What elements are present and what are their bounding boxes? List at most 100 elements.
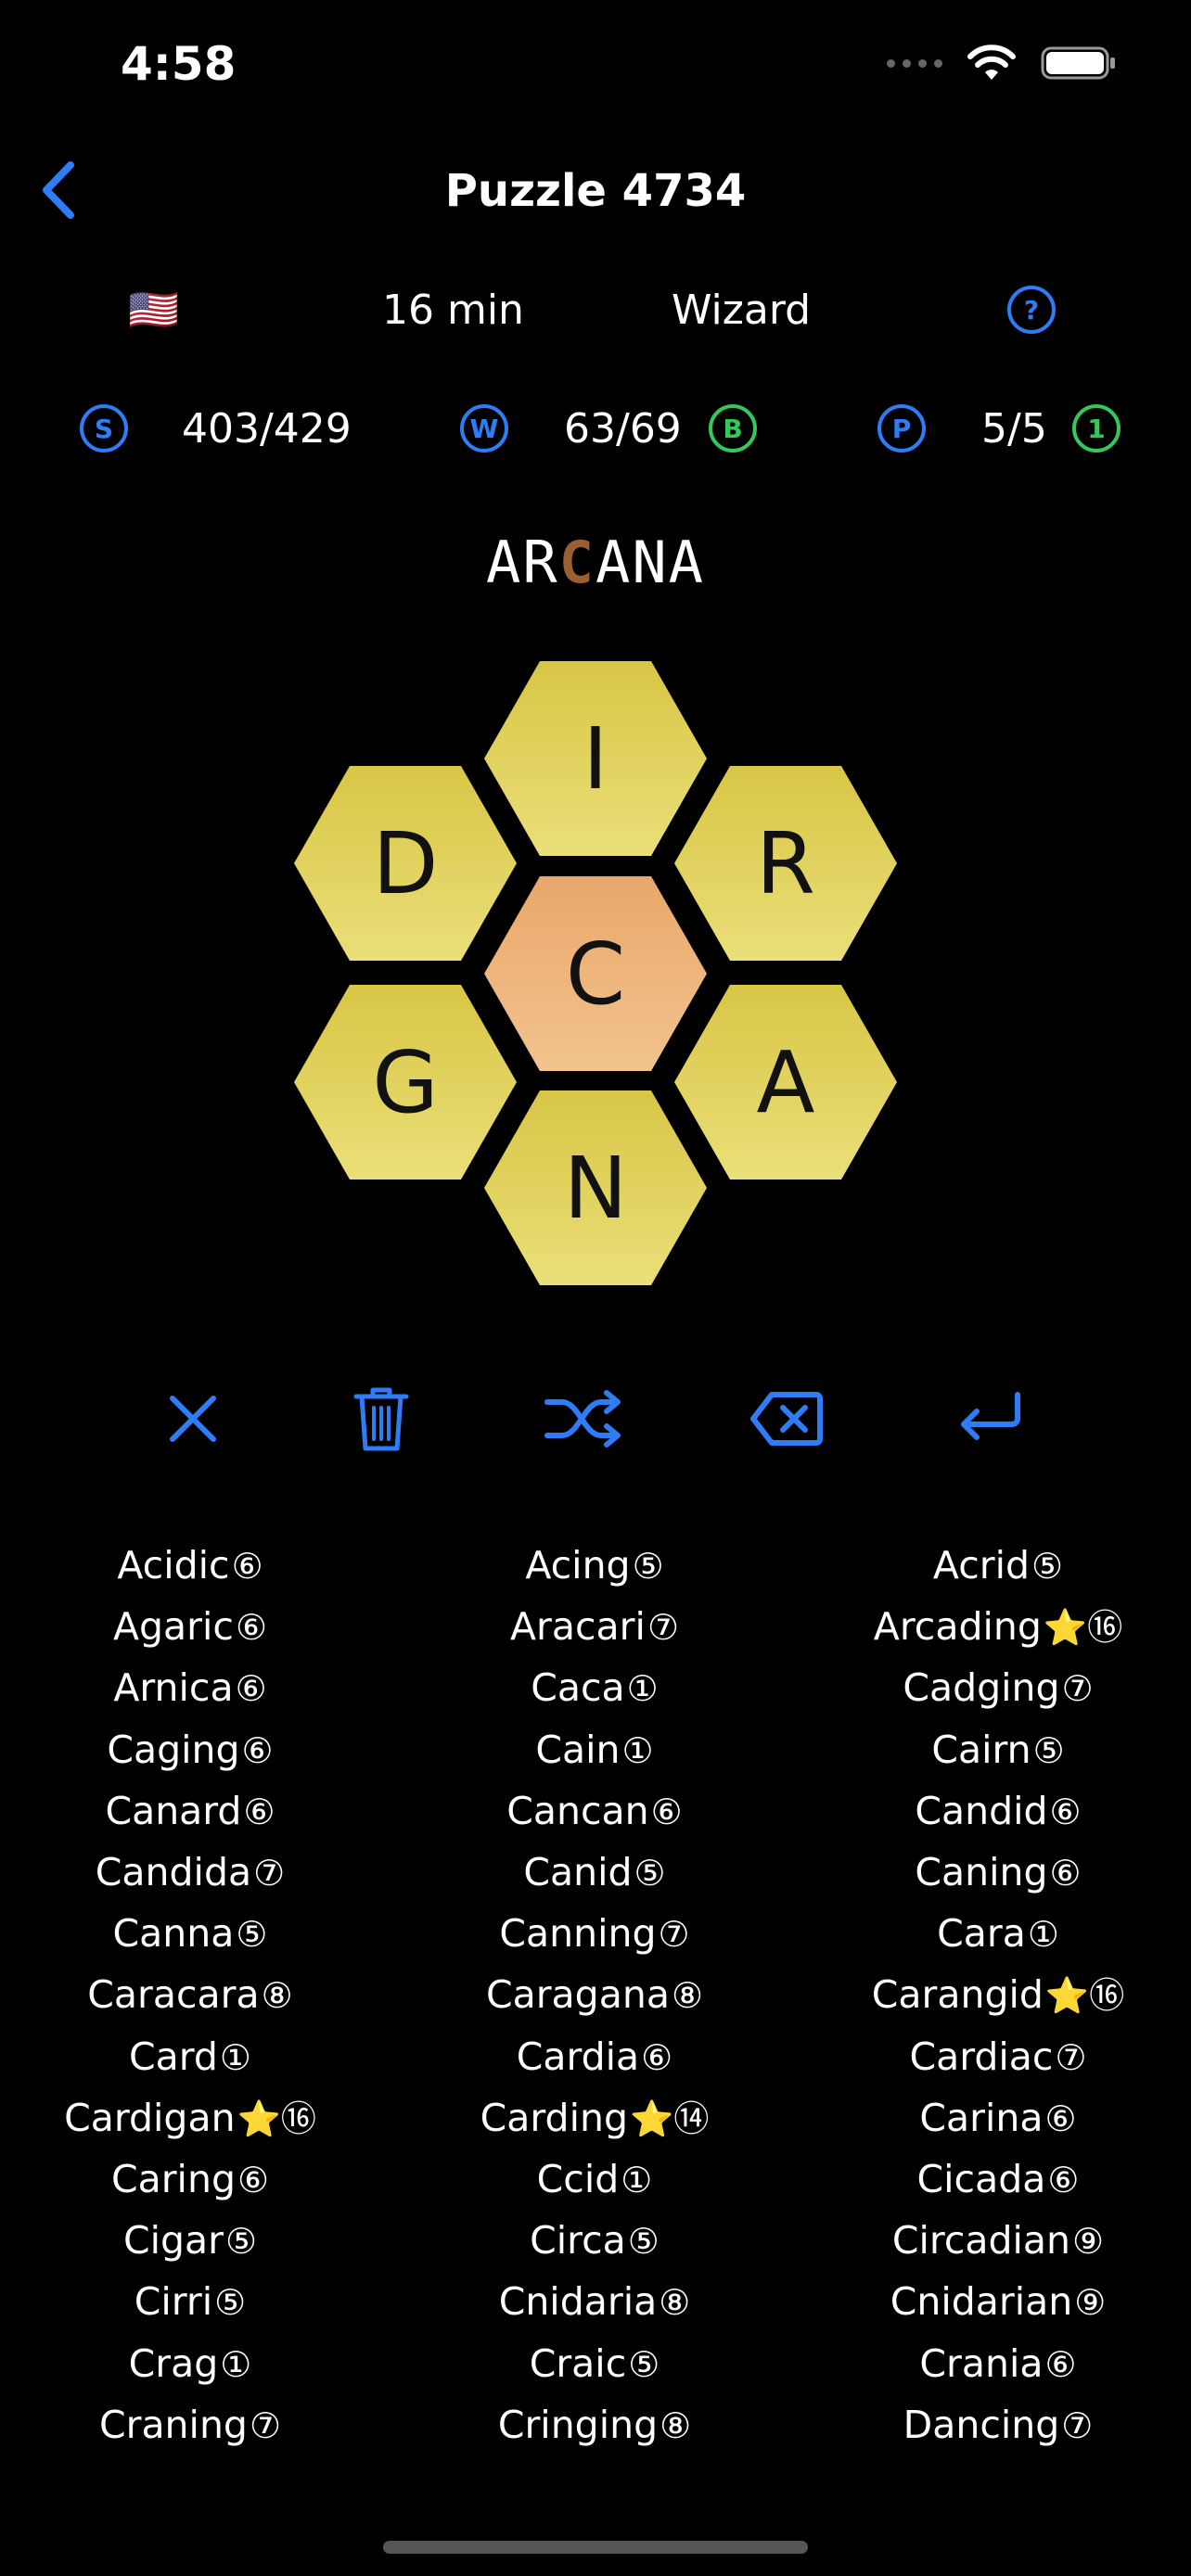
hex-top-left[interactable]: D xyxy=(294,766,517,961)
found-word[interactable]: Caring⑥ xyxy=(0,2149,389,2211)
found-word[interactable]: Carina⑥ xyxy=(800,2087,1191,2149)
found-word-text: Acing xyxy=(525,1543,631,1588)
found-word-score: ⑥ xyxy=(231,1546,263,1587)
found-word-score: ⭐⑯ xyxy=(237,2098,316,2139)
found-word[interactable]: Cara① xyxy=(800,1903,1191,1965)
hex-bottom[interactable]: N xyxy=(484,1090,707,1285)
found-word[interactable]: Candida⑦ xyxy=(0,1842,389,1904)
found-word[interactable]: Craning⑦ xyxy=(0,2394,389,2456)
found-word-text: Cnidarian xyxy=(890,2279,1073,2325)
found-word[interactable]: Cain① xyxy=(396,1719,793,1781)
found-word[interactable]: Acidic⑥ xyxy=(0,1535,389,1597)
found-word[interactable]: Carding⭐⑭ xyxy=(396,2087,793,2149)
hex-top-right[interactable]: R xyxy=(674,766,897,961)
found-word[interactable]: Canning⑦ xyxy=(396,1903,793,1965)
delete-button[interactable] xyxy=(339,1382,423,1456)
word-row: Canard⑥ Cancan⑥ Candid⑥ xyxy=(0,1780,1191,1842)
found-word[interactable]: Caca① xyxy=(396,1657,793,1719)
found-word[interactable]: Caragana⑧ xyxy=(396,1964,793,2026)
found-word[interactable]: Arnica⑥ xyxy=(0,1657,389,1719)
found-word-text: Dancing xyxy=(903,2402,1060,2447)
hex-bottom-left[interactable]: G xyxy=(294,985,517,1180)
found-word[interactable]: Cnidarian⑨ xyxy=(800,2271,1191,2333)
found-word[interactable]: Cirri⑤ xyxy=(0,2271,389,2333)
found-word[interactable]: Card① xyxy=(0,2026,389,2088)
found-word-score: ⑦ xyxy=(1061,2404,1094,2446)
found-word[interactable]: Cairn⑤ xyxy=(800,1719,1191,1781)
found-word[interactable]: Circadian⑨ xyxy=(800,2210,1191,2272)
found-word-text: Agaric xyxy=(112,1604,234,1650)
found-word[interactable]: Cnidaria⑧ xyxy=(396,2271,793,2333)
found-word[interactable]: Cadging⑦ xyxy=(800,1657,1191,1719)
found-word-text: Candid xyxy=(915,1788,1048,1833)
found-word[interactable]: Cardigan⭐⑯ xyxy=(0,2087,389,2149)
found-word-score: ⑦ xyxy=(1061,1668,1094,1710)
found-word[interactable]: Caning⑥ xyxy=(800,1842,1191,1904)
found-word-text: Caragana xyxy=(485,1972,670,2018)
found-word-score: ⑥ xyxy=(1049,1791,1082,1832)
found-word-text: Aracari xyxy=(509,1604,646,1650)
found-word[interactable]: Cardia⑥ xyxy=(396,2026,793,2088)
hex-center[interactable]: C xyxy=(484,876,707,1071)
found-word[interactable]: Aracari⑦ xyxy=(396,1596,793,1658)
found-word-text: Caca xyxy=(531,1665,625,1711)
found-word[interactable]: Caging⑥ xyxy=(0,1719,389,1781)
found-word[interactable]: Crag① xyxy=(0,2333,389,2395)
found-word[interactable]: Canard⑥ xyxy=(0,1780,389,1843)
found-word-score: ⑤ xyxy=(632,1546,664,1587)
found-word[interactable]: Cringing⑧ xyxy=(396,2394,793,2456)
found-word[interactable]: Ccid① xyxy=(396,2149,793,2211)
found-word-text: Canning xyxy=(499,1911,657,1957)
found-word[interactable]: Acing⑤ xyxy=(396,1535,793,1597)
found-word-text: Cara xyxy=(937,1911,1026,1957)
found-word-score: ⑤ xyxy=(1032,1729,1065,1771)
found-word[interactable]: Candid⑥ xyxy=(800,1780,1191,1843)
found-word-text: Circadian xyxy=(891,2218,1071,2264)
found-word[interactable]: Canid⑤ xyxy=(396,1842,793,1904)
shuffle-icon xyxy=(544,1390,621,1447)
shuffle-button[interactable] xyxy=(541,1382,624,1456)
found-word-text: Cardiac xyxy=(909,2034,1054,2079)
found-word[interactable]: Caracara⑧ xyxy=(0,1964,389,2026)
found-word-text: Cadging xyxy=(903,1665,1060,1711)
found-word[interactable]: Cicada⑥ xyxy=(800,2149,1191,2211)
found-word[interactable]: Carangid⭐⑯ xyxy=(800,1964,1191,2026)
found-word-score: ① xyxy=(621,2160,653,2200)
found-word-score: ⑥ xyxy=(243,1791,275,1832)
found-word-score: ⑤ xyxy=(627,2221,660,2263)
found-word-text: Carina xyxy=(919,2095,1044,2140)
found-word-score: ⑨ xyxy=(1074,2282,1107,2324)
found-word[interactable]: Acrid⑤ xyxy=(800,1535,1191,1597)
found-word[interactable]: Canna⑤ xyxy=(0,1903,389,1965)
word-row: Craning⑦ Cringing⑧ Dancing⑦ xyxy=(0,2394,1191,2455)
found-word-text: Card xyxy=(129,2034,218,2079)
enter-button[interactable] xyxy=(948,1382,1031,1456)
found-word-score: ⑧ xyxy=(659,2282,691,2324)
word-row: Cardigan⭐⑯ Carding⭐⑭ Carina⑥ xyxy=(0,2087,1191,2149)
backspace-button[interactable] xyxy=(745,1382,828,1456)
found-word-score: ⑥ xyxy=(1044,2098,1077,2139)
found-word-score: ⑥ xyxy=(237,2160,270,2200)
word-row: Acidic⑥ Acing⑤ Acrid⑤ xyxy=(0,1535,1191,1596)
found-word[interactable]: Cigar⑤ xyxy=(0,2210,389,2272)
found-word-text: Crania xyxy=(919,2340,1044,2386)
found-word-score: ⑧ xyxy=(671,1975,704,2017)
hex-bottom-right[interactable]: A xyxy=(674,985,897,1180)
found-word[interactable]: Cardiac⑦ xyxy=(800,2026,1191,2088)
found-word-score: ⑦ xyxy=(647,1607,680,1649)
clear-button[interactable] xyxy=(151,1382,235,1456)
found-word[interactable]: Craic⑤ xyxy=(396,2333,793,2395)
found-word-text: Canna xyxy=(112,1911,235,1957)
found-word[interactable]: Cancan⑥ xyxy=(396,1780,793,1843)
found-word[interactable]: Dancing⑦ xyxy=(800,2394,1191,2456)
found-word[interactable]: Circa⑤ xyxy=(396,2210,793,2272)
hex-top[interactable]: I xyxy=(484,661,707,856)
found-word-score: ⑥ xyxy=(1047,2160,1080,2200)
found-word[interactable]: Arcading⭐⑯ xyxy=(800,1596,1191,1658)
found-word-score: ⑦ xyxy=(249,2404,282,2446)
found-word[interactable]: Agaric⑥ xyxy=(0,1596,389,1658)
found-word-text: Carding xyxy=(480,2095,628,2140)
found-word[interactable]: Crania⑥ xyxy=(800,2333,1191,2395)
found-word-text: Canard xyxy=(105,1788,242,1833)
home-indicator[interactable] xyxy=(383,2541,808,2554)
